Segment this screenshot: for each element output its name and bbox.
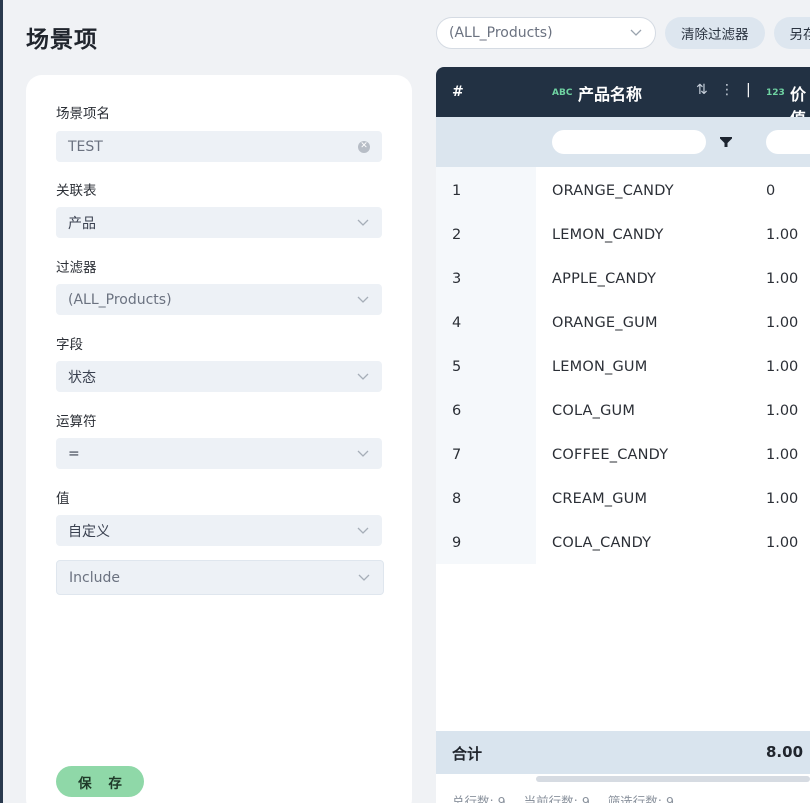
chevron-down-icon — [356, 524, 370, 538]
price-cell: 1.00 — [766, 447, 799, 463]
row-number-cell: 4 — [452, 315, 462, 331]
product-name-cell: LEMON_GUM — [552, 359, 648, 375]
name-label: 场景项名 — [56, 106, 110, 122]
value-label: 值 — [56, 491, 70, 507]
name-column-header[interactable]: 产品名称 — [578, 81, 642, 105]
table-row[interactable]: 7 COFFEE_CANDY 1.00 — [436, 433, 810, 477]
price-cell: 1.00 — [766, 491, 799, 507]
price-cell: 1.00 — [766, 315, 799, 331]
footer-total-rows: 总行数: 9 — [452, 794, 506, 803]
footer-current-rows: 当前行数: 9 — [523, 794, 590, 803]
value-mode-select[interactable]: Include — [56, 560, 384, 595]
price-cell: 1.00 — [766, 403, 799, 419]
price-filter-input[interactable] — [766, 130, 810, 154]
value-type-value: 自定义 — [68, 523, 110, 540]
name-filter-input[interactable] — [552, 130, 706, 154]
row-number-cell: 8 — [452, 491, 462, 507]
table-row[interactable]: 6 COLA_GUM 1.00 — [436, 389, 810, 433]
name-input[interactable]: TEST ✕ — [56, 131, 382, 162]
price-cell: 1.00 — [766, 359, 799, 375]
value-type-select[interactable]: 自定义 — [56, 515, 382, 546]
total-value: 8.00 — [766, 743, 804, 761]
table-select-value: 产品 — [68, 215, 96, 232]
number-type-tag: 123 — [766, 88, 785, 98]
price-cell: 0 — [766, 183, 776, 199]
text-type-tag: ABC — [552, 88, 573, 98]
product-name-cell: ORANGE_GUM — [552, 315, 658, 331]
clear-icon[interactable]: ✕ — [358, 140, 370, 153]
table-row[interactable]: 1 ORANGE_CANDY 0 — [436, 169, 810, 213]
filter-field-value: (ALL_Products) — [68, 291, 172, 308]
grid-header: # ABC 产品名称 ⇅ ⋮ | 123 价值 — [436, 67, 810, 128]
table-row[interactable]: 9 COLA_CANDY 1.00 — [436, 521, 810, 565]
price-cell: 1.00 — [766, 227, 799, 243]
column-resize-handle[interactable]: | — [746, 82, 751, 98]
row-number-cell: 9 — [452, 535, 462, 551]
operator-label: 运算符 — [56, 414, 97, 430]
field-label: 字段 — [56, 337, 83, 353]
table-label: 关联表 — [56, 183, 97, 199]
table-row[interactable]: 3 APPLE_CANDY 1.00 — [436, 257, 810, 301]
product-name-cell: LEMON_CANDY — [552, 227, 664, 243]
name-input-value: TEST — [68, 138, 103, 155]
save-as-button[interactable]: 另存 — [773, 17, 810, 49]
row-number-cell: 3 — [452, 271, 462, 287]
scenario-form-panel: 场景项名 TEST ✕ 关联表 产品 过滤器 (ALL_Products) 字段… — [26, 75, 412, 803]
table-row[interactable]: 4 ORANGE_GUM 1.00 — [436, 301, 810, 345]
filter-select-value: (ALL_Products) — [449, 25, 553, 41]
product-name-cell: ORANGE_CANDY — [552, 183, 674, 199]
clear-filter-button[interactable]: 清除过滤器 — [665, 17, 765, 49]
table-row[interactable]: 2 LEMON_CANDY 1.00 — [436, 213, 810, 257]
chevron-down-icon — [356, 216, 370, 230]
product-name-cell: COFFEE_CANDY — [552, 447, 669, 463]
field-select[interactable]: 状态 — [56, 361, 382, 392]
row-number-cell: 1 — [452, 183, 462, 199]
row-number-cell: 2 — [452, 227, 462, 243]
table-row[interactable]: 8 CREAM_GUM 1.00 — [436, 477, 810, 521]
chevron-down-icon — [356, 293, 370, 307]
grid-footer: 总行数: 9 当前行数: 9 筛选行数: 9 — [452, 791, 674, 803]
price-cell: 1.00 — [766, 535, 799, 551]
product-name-cell: COLA_CANDY — [552, 535, 652, 551]
more-menu-icon[interactable]: ⋮ — [720, 82, 734, 98]
price-cell: 1.00 — [766, 271, 799, 287]
sort-icon[interactable]: ⇅ — [696, 82, 708, 98]
page-title: 场景项 — [26, 27, 98, 53]
data-grid: # ABC 产品名称 ⇅ ⋮ | 123 价值 1 ORANGE_CANDY 0 2 L… — [436, 67, 810, 803]
chevron-down-icon — [629, 26, 643, 40]
horizontal-scrollbar[interactable] — [536, 776, 810, 782]
operator-select-value: = — [68, 445, 80, 462]
chevron-down-icon — [356, 370, 370, 384]
footer-filtered-rows: 筛选行数: 9 — [607, 794, 674, 803]
filter-field-select[interactable]: (ALL_Products) — [56, 284, 382, 315]
operator-select[interactable]: = — [56, 438, 382, 469]
product-name-cell: APPLE_CANDY — [552, 271, 657, 287]
chevron-down-icon — [357, 571, 371, 585]
app-left-edge — [0, 0, 3, 803]
top-toolbar: (ALL_Products) 清除过滤器 另存 — [436, 17, 810, 49]
product-name-cell: COLA_GUM — [552, 403, 636, 419]
value-mode-value: Include — [69, 569, 120, 586]
row-number-cell: 5 — [452, 359, 462, 375]
index-column-header: # — [452, 84, 464, 100]
chevron-down-icon — [356, 447, 370, 461]
total-label: 合计 — [452, 745, 483, 763]
table-row[interactable]: 5 LEMON_GUM 1.00 — [436, 345, 810, 389]
filter-label: 过滤器 — [56, 260, 97, 276]
filter-row — [436, 117, 810, 167]
total-row: 合计 8.00 — [436, 731, 810, 774]
row-number-cell: 6 — [452, 403, 462, 419]
filter-select[interactable]: (ALL_Products) — [436, 17, 656, 49]
product-name-cell: CREAM_GUM — [552, 491, 648, 507]
table-select[interactable]: 产品 — [56, 207, 382, 238]
row-number-cell: 7 — [452, 447, 462, 463]
field-select-value: 状态 — [68, 369, 96, 386]
filter-icon[interactable] — [719, 134, 733, 148]
save-button[interactable]: 保 存 — [56, 766, 144, 797]
